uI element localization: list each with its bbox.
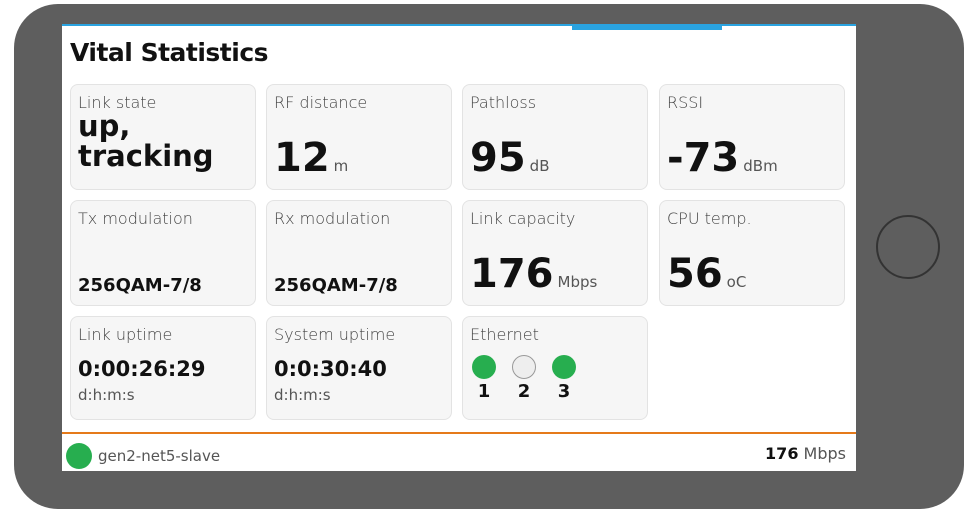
tile-label: Link capacity xyxy=(470,209,576,228)
ethernet-port-2: 2 xyxy=(511,355,537,402)
ethernet-port-3: 3 xyxy=(551,355,577,402)
tile-link-state: Link state up, tracking xyxy=(70,84,256,190)
link-state-line1: up, xyxy=(78,109,131,143)
rssi-value: -73 xyxy=(667,135,740,181)
node-status-indicator xyxy=(66,443,92,469)
tile-rx-modulation: Rx modulation 256QAM-7/8 xyxy=(266,200,452,306)
status-footer: gen2-net5-slave 176 Mbps xyxy=(62,432,856,471)
link-state-value: up, tracking xyxy=(78,111,214,171)
throughput-unit: Mbps xyxy=(803,444,846,463)
rx-modulation-value: 256QAM-7/8 xyxy=(274,275,398,296)
ethernet-ports: 1 2 3 xyxy=(471,355,577,402)
tile-label: RSSI xyxy=(667,93,704,112)
link-capacity-value-row: 176 Mbps xyxy=(470,251,597,297)
system-uptime-unit: d:h:m:s xyxy=(274,386,331,404)
tile-ethernet: Ethernet 1 2 3 xyxy=(462,316,648,420)
port-status-indicator xyxy=(512,355,536,379)
rf-distance-value-row: 12 m xyxy=(274,135,348,181)
link-capacity-unit: Mbps xyxy=(557,273,598,291)
top-accent-rule xyxy=(62,24,856,26)
tile-cpu-temp: CPU temp. 56 oC xyxy=(659,200,845,306)
rf-distance-unit: m xyxy=(333,157,349,175)
pathloss-value: 95 xyxy=(470,135,526,181)
rssi-unit: dBm xyxy=(743,157,778,175)
tile-label: Tx modulation xyxy=(78,209,193,228)
link-state-line2: tracking xyxy=(78,139,214,173)
tile-label: RF distance xyxy=(274,93,368,112)
port-status-indicator xyxy=(552,355,576,379)
port-number: 3 xyxy=(557,381,571,402)
tile-link-uptime: Link uptime 0:00:26:29 d:h:m:s xyxy=(70,316,256,420)
tile-label: Pathloss xyxy=(470,93,537,112)
tile-link-capacity: Link capacity 176 Mbps xyxy=(462,200,648,306)
pathloss-value-row: 95 dB xyxy=(470,135,549,181)
tile-rssi: RSSI -73 dBm xyxy=(659,84,845,190)
page-title: Vital Statistics xyxy=(70,38,269,67)
cpu-temp-value: 56 xyxy=(667,251,723,297)
tile-pathloss: Pathloss 95 dB xyxy=(462,84,648,190)
throughput-value: 176 xyxy=(765,444,799,463)
tile-label: System uptime xyxy=(274,325,396,344)
tile-system-uptime: System uptime 0:0:30:40 d:h:m:s xyxy=(266,316,452,420)
port-status-indicator xyxy=(472,355,496,379)
screen: Vital Statistics Link state up, tracking… xyxy=(62,24,856,471)
port-number: 1 xyxy=(477,381,491,402)
node-name: gen2-net5-slave xyxy=(98,447,221,465)
system-uptime-value: 0:0:30:40 xyxy=(274,357,387,381)
rssi-value-row: -73 dBm xyxy=(667,135,778,181)
link-uptime-unit: d:h:m:s xyxy=(78,386,135,404)
cpu-temp-value-row: 56 oC xyxy=(667,251,746,297)
link-capacity-value: 176 xyxy=(470,251,554,297)
cpu-temp-unit: oC xyxy=(726,273,747,291)
ethernet-port-1: 1 xyxy=(471,355,497,402)
rf-distance-value: 12 xyxy=(274,135,330,181)
top-accent-bar xyxy=(572,24,722,30)
throughput-readout: 176 Mbps xyxy=(765,444,846,463)
pathloss-unit: dB xyxy=(529,157,550,175)
tile-label: Rx modulation xyxy=(274,209,391,228)
tx-modulation-value: 256QAM-7/8 xyxy=(78,275,202,296)
tile-tx-modulation: Tx modulation 256QAM-7/8 xyxy=(70,200,256,306)
home-button[interactable] xyxy=(876,215,940,279)
tile-label: CPU temp. xyxy=(667,209,752,228)
tile-rf-distance: RF distance 12 m xyxy=(266,84,452,190)
tile-label: Link uptime xyxy=(78,325,173,344)
link-uptime-value: 0:00:26:29 xyxy=(78,357,206,381)
port-number: 2 xyxy=(517,381,531,402)
tile-label: Ethernet xyxy=(470,325,539,344)
